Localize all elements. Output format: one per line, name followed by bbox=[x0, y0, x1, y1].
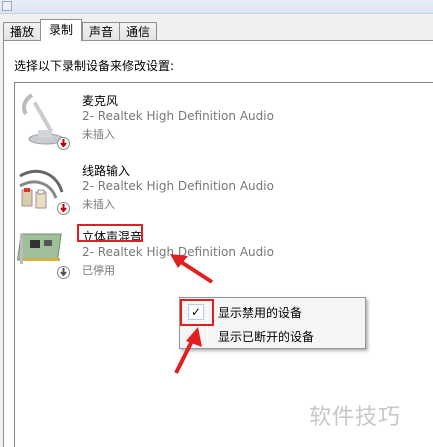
unplugged-badge-icon bbox=[57, 202, 70, 215]
device-status: 未插入 bbox=[82, 198, 115, 211]
device-status: 未插入 bbox=[82, 128, 115, 141]
tab-sounds[interactable]: 声音 bbox=[82, 22, 120, 41]
arrow-to-checkmark-icon bbox=[174, 327, 202, 374]
window-titlebar bbox=[0, 0, 433, 14]
arrow-to-stereo-mix-icon bbox=[170, 254, 214, 284]
tab-recording[interactable]: 录制 bbox=[40, 19, 83, 41]
tab-strip: 播放 录制 声音 通信 bbox=[3, 19, 158, 41]
menu-item-label: 显示禁用的设备 bbox=[218, 306, 303, 320]
device-item-microphone[interactable]: 麦克风 2- Realtek High Definition Audio 未插入 bbox=[16, 92, 316, 152]
disabled-badge-icon bbox=[57, 266, 70, 279]
device-driver: 2- Realtek High Definition Audio bbox=[82, 109, 274, 123]
device-item-line-in[interactable]: 线路输入 2- Realtek High Definition Audio 未插… bbox=[16, 162, 316, 222]
unplugged-badge-icon bbox=[57, 137, 70, 150]
menu-item-show-disconnected[interactable]: 显示已断开的设备 bbox=[182, 325, 363, 347]
instruction-text: 选择以下录制设备来修改设置: bbox=[14, 59, 175, 73]
tab-communications[interactable]: 通信 bbox=[119, 22, 158, 41]
window-icon bbox=[2, 1, 12, 11]
watermark: 软件技巧 bbox=[309, 405, 402, 430]
highlight-checkmark bbox=[180, 299, 214, 326]
device-item-stereo-mix[interactable]: 立体声混音 2- Realtek High Definition Audio 已… bbox=[16, 228, 316, 288]
device-driver: 2- Realtek High Definition Audio bbox=[82, 179, 274, 193]
device-status: 已停用 bbox=[82, 264, 115, 277]
tab-playback[interactable]: 播放 bbox=[3, 22, 41, 41]
menu-item-label: 显示已断开的设备 bbox=[218, 330, 315, 344]
device-name: 麦克风 bbox=[82, 94, 119, 108]
device-name: 线路输入 bbox=[82, 164, 131, 178]
highlight-stereo-mix bbox=[77, 224, 143, 242]
